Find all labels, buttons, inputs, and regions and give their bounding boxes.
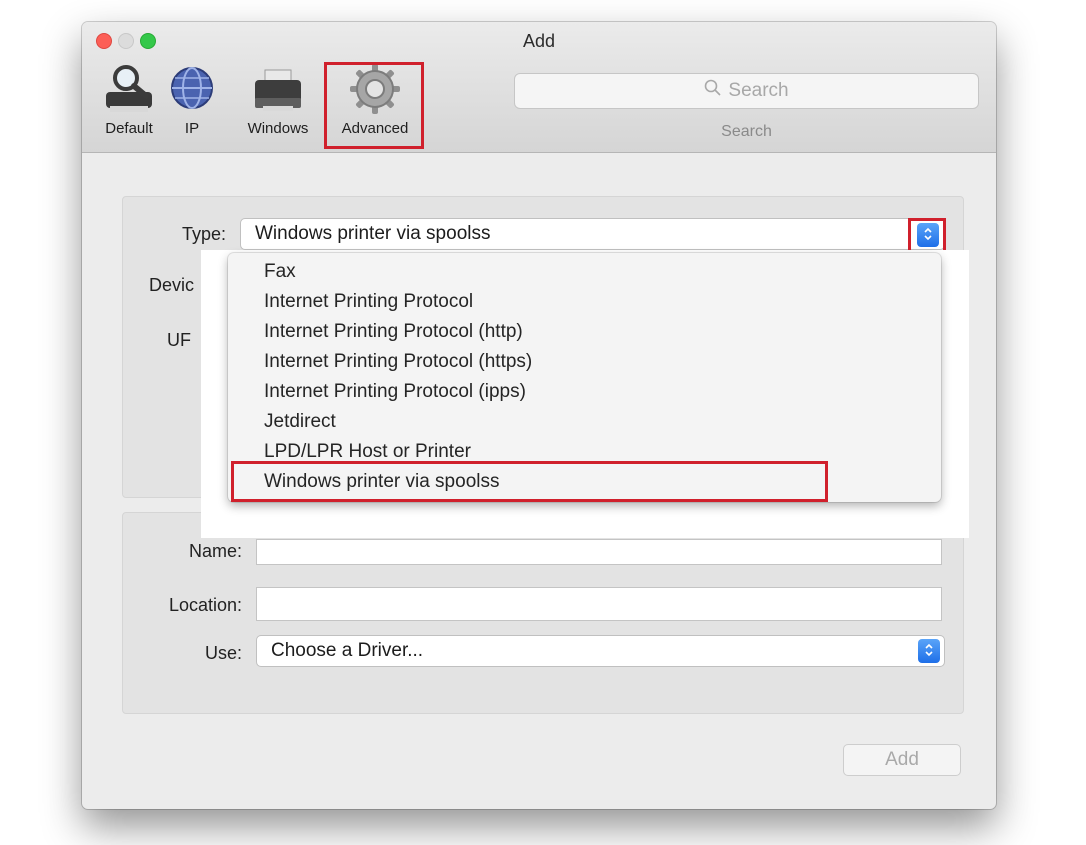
toolbar-item-label: IP [184,120,200,137]
use-label: Use: [204,643,242,663]
search-label: Search [721,123,772,140]
menu-item-spoolss[interactable]: Windows printer via spoolss [228,467,941,497]
magnifier-printer-icon [106,65,152,112]
type-popup[interactable]: Windows printer via spoolss [240,218,945,250]
toolbar-item-ip[interactable]: IP [171,62,213,146]
toolbar-item-default[interactable]: Default [88,62,170,146]
type-dropdown-menu: Fax Internet Printing Protocol Internet … [228,253,941,502]
use-driver-popup[interactable]: Choose a Driver... [256,635,945,667]
menu-item-ipps[interactable]: Internet Printing Protocol (ipps) [228,377,941,407]
toolbar-item-label: Advanced [341,120,409,137]
name-label: Name: [188,541,242,561]
toolbar-item-label: Windows [247,120,309,137]
chevron-updown-icon [924,642,934,660]
location-field[interactable] [256,587,942,621]
name-field[interactable] [256,539,942,565]
menu-item-ipp-http[interactable]: Internet Printing Protocol (http) [228,317,941,347]
toolbar-item-windows[interactable]: Windows [236,62,320,146]
menu-item-jetdirect[interactable]: Jetdirect [228,407,941,437]
printer-icon [255,69,301,111]
type-label: Type: [181,224,226,244]
search-icon [704,79,722,103]
globe-icon [171,67,213,109]
window-title: Add [522,31,556,51]
search-field[interactable]: Search [514,73,979,109]
type-popup-stepper[interactable] [917,223,939,247]
menu-item-lpd[interactable]: LPD/LPR Host or Printer [228,437,941,467]
location-label: Location: [168,595,242,615]
chevron-updown-icon [923,226,933,244]
use-popup-stepper[interactable] [918,639,940,663]
menu-item-fax[interactable]: Fax [228,257,941,287]
gear-icon [350,64,400,114]
menu-item-ipp[interactable]: Internet Printing Protocol [228,287,941,317]
menu-item-ipp-https[interactable]: Internet Printing Protocol (https) [228,347,941,377]
use-value: Choose a Driver... [271,640,424,661]
type-value: Windows printer via spoolss [255,223,491,244]
toolbar-item-advanced[interactable]: Advanced [324,62,426,146]
add-button[interactable]: Add [843,744,961,776]
toolbar-item-label: Default [105,120,153,137]
toolbar: Add Default IP Windows Advanced Search S… [82,22,996,153]
search-placeholder: Search [728,80,789,101]
